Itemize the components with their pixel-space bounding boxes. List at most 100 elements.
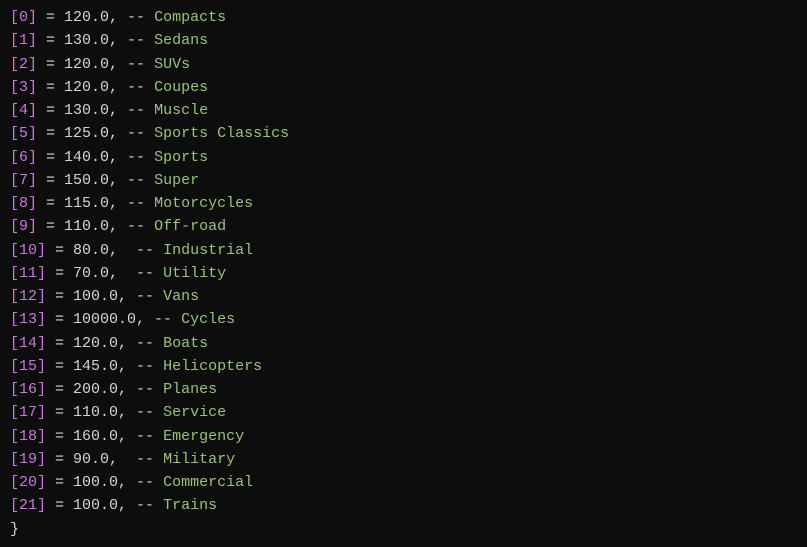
numeric-value: 160.0, [73, 425, 127, 448]
category-label: Service [163, 401, 226, 424]
separator: -- [118, 53, 154, 76]
numeric-value: 115.0, [64, 192, 118, 215]
separator: -- [118, 76, 154, 99]
numeric-value: 145.0, [73, 355, 127, 378]
separator: -- [118, 169, 154, 192]
list-item: [18] = 160.0, -- Emergency [10, 425, 797, 448]
numeric-value: 100.0, [73, 494, 127, 517]
list-item: [17] = 110.0, -- Service [10, 401, 797, 424]
numeric-value: 100.0, [73, 471, 127, 494]
numeric-value: 130.0, [64, 99, 118, 122]
index-label: [14] [10, 332, 46, 355]
numeric-value: 100.0, [73, 285, 127, 308]
separator: -- [127, 355, 163, 378]
index-label: [10] [10, 239, 46, 262]
list-item: [15] = 145.0, -- Helicopters [10, 355, 797, 378]
index-label: [8] [10, 192, 37, 215]
list-item: [5] = 125.0, -- Sports Classics [10, 122, 797, 145]
category-label: Utility [163, 262, 226, 285]
equals-sign: = [37, 192, 64, 215]
equals-sign: = [46, 401, 73, 424]
closing-brace: } [10, 518, 19, 541]
numeric-value: 80.0, [73, 239, 118, 262]
list-item: [6] = 140.0, -- Sports [10, 146, 797, 169]
numeric-value: 130.0, [64, 29, 118, 52]
list-item: [14] = 120.0, -- Boats [10, 332, 797, 355]
category-label: Coupes [154, 76, 208, 99]
category-label: Industrial [163, 239, 253, 262]
category-label: Sedans [154, 29, 208, 52]
separator: -- [118, 6, 154, 29]
list-item: [20] = 100.0, -- Commercial [10, 471, 797, 494]
index-label: [7] [10, 169, 37, 192]
separator: -- [118, 262, 163, 285]
category-label: Helicopters [163, 355, 262, 378]
list-item: [3] = 120.0, -- Coupes [10, 76, 797, 99]
separator: -- [127, 332, 163, 355]
numeric-value: 200.0, [73, 378, 127, 401]
index-label: [21] [10, 494, 46, 517]
equals-sign: = [46, 332, 73, 355]
category-label: Motorcycles [154, 192, 253, 215]
category-label: Sports Classics [154, 122, 289, 145]
category-label: Compacts [154, 6, 226, 29]
numeric-value: 70.0, [73, 262, 118, 285]
equals-sign: = [37, 122, 64, 145]
category-label: Trains [163, 494, 217, 517]
separator: -- [118, 215, 154, 238]
equals-sign: = [46, 285, 73, 308]
separator: -- [118, 146, 154, 169]
numeric-value: 10000.0, [73, 308, 145, 331]
separator: -- [127, 378, 163, 401]
equals-sign: = [37, 99, 64, 122]
numeric-value: 125.0, [64, 122, 118, 145]
list-item: [19] = 90.0, -- Military [10, 448, 797, 471]
numeric-value: 120.0, [64, 76, 118, 99]
list-item: [7] = 150.0, -- Super [10, 169, 797, 192]
separator: -- [118, 448, 163, 471]
equals-sign: = [46, 308, 73, 331]
equals-sign: = [46, 494, 73, 517]
equals-sign: = [37, 53, 64, 76]
index-label: [11] [10, 262, 46, 285]
code-block: [0] = 120.0, -- Compacts[1] = 130.0, -- … [10, 6, 797, 541]
list-item: [4] = 130.0, -- Muscle [10, 99, 797, 122]
list-item: [10] = 80.0, -- Industrial [10, 239, 797, 262]
index-label: [5] [10, 122, 37, 145]
list-item: [11] = 70.0, -- Utility [10, 262, 797, 285]
index-label: [2] [10, 53, 37, 76]
list-item: [13] = 10000.0, -- Cycles [10, 308, 797, 331]
separator: -- [118, 99, 154, 122]
category-label: Sports [154, 146, 208, 169]
equals-sign: = [37, 6, 64, 29]
equals-sign: = [37, 146, 64, 169]
list-item: [12] = 100.0, -- Vans [10, 285, 797, 308]
category-label: Commercial [163, 471, 253, 494]
equals-sign: = [46, 355, 73, 378]
separator: -- [127, 401, 163, 424]
category-label: SUVs [154, 53, 190, 76]
separator: -- [127, 285, 163, 308]
index-label: [4] [10, 99, 37, 122]
category-label: Planes [163, 378, 217, 401]
index-label: [16] [10, 378, 46, 401]
separator: -- [127, 425, 163, 448]
category-label: Super [154, 169, 199, 192]
category-label: Off-road [154, 215, 226, 238]
equals-sign: = [37, 76, 64, 99]
equals-sign: = [46, 425, 73, 448]
category-label: Boats [163, 332, 208, 355]
category-label: Vans [163, 285, 199, 308]
equals-sign: = [46, 239, 73, 262]
numeric-value: 120.0, [73, 332, 127, 355]
numeric-value: 120.0, [64, 6, 118, 29]
numeric-value: 120.0, [64, 53, 118, 76]
index-label: [20] [10, 471, 46, 494]
equals-sign: = [37, 169, 64, 192]
separator: -- [127, 494, 163, 517]
numeric-value: 150.0, [64, 169, 118, 192]
list-item: [0] = 120.0, -- Compacts [10, 6, 797, 29]
separator: -- [145, 308, 181, 331]
index-label: [15] [10, 355, 46, 378]
list-item: [2] = 120.0, -- SUVs [10, 53, 797, 76]
